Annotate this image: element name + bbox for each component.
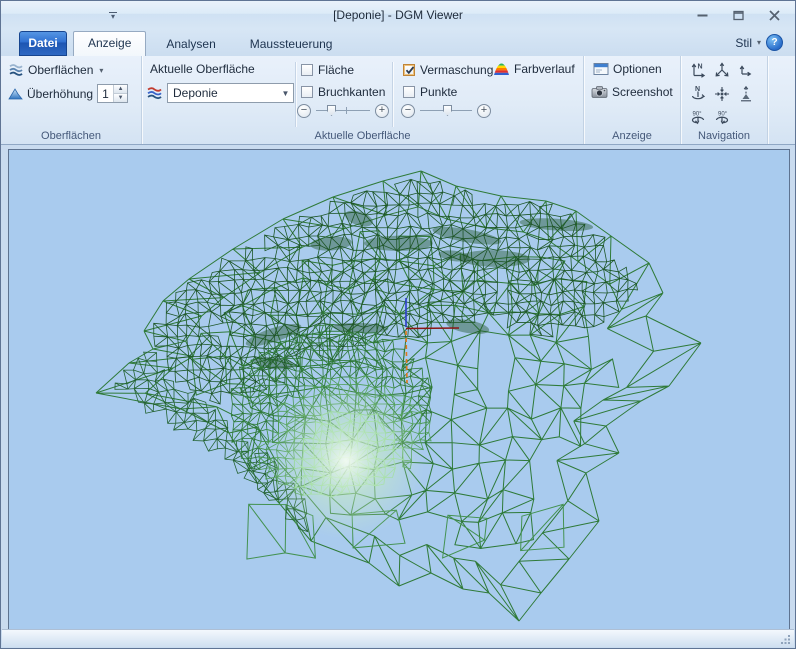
tab-anzeige[interactable]: Anzeige <box>73 31 146 56</box>
flaeche-checkbox-label[interactable]: Fläche <box>318 63 354 77</box>
options-window-icon <box>593 62 609 76</box>
farbverlauf-button[interactable]: Farbverlauf <box>493 62 575 76</box>
window-title: [Deponie] - DGM Viewer <box>1 8 795 22</box>
surfaces-layers-icon <box>8 62 24 78</box>
vermaschung-transparency-slider[interactable]: − + <box>401 103 491 118</box>
separator <box>295 62 296 127</box>
current-surface-header: Aktuelle Oberfläche <box>150 62 255 76</box>
punkte-checkbox-label[interactable]: Punkte <box>420 85 457 99</box>
flaeche-transparency-slider[interactable]: − + <box>297 103 389 118</box>
color-gradient-icon <box>493 62 510 76</box>
punkte-checkbox[interactable] <box>403 86 415 98</box>
group-oberflaechen: Oberflächen ▾ Überhöhung 1 ▲ ▼ Oberfläch… <box>1 56 142 144</box>
camera-icon <box>591 84 608 99</box>
group-label: Aktuelle Oberfläche <box>142 130 583 142</box>
surface-combobox[interactable]: Deponie ▼ <box>167 83 294 103</box>
viewport <box>8 149 790 630</box>
terrain-mesh-viewport[interactable] <box>9 150 789 629</box>
separator <box>392 62 393 127</box>
group-aktuelle-oberflaeche: Aktuelle Oberfläche Deponie ▼ Fläche <box>142 56 584 144</box>
resize-grip[interactable] <box>781 634 791 644</box>
slider-track[interactable] <box>316 110 370 111</box>
rotate-90-ccw-icon: 90° <box>689 109 707 127</box>
view-north-button[interactable]: N <box>686 58 710 82</box>
axis-x <box>406 328 459 329</box>
chevron-down-icon: ▾ <box>99 66 103 75</box>
slider-thumb[interactable] <box>327 105 336 116</box>
axes-north-icon: N <box>689 61 707 79</box>
rotate-view-corner-button[interactable] <box>734 58 758 82</box>
exaggeration-mountain-icon <box>8 86 23 101</box>
spinner-down-button[interactable]: ▼ <box>114 93 127 102</box>
chevron-down-icon[interactable]: ▾ <box>757 38 761 47</box>
close-button[interactable] <box>768 10 781 21</box>
help-button[interactable]: ? <box>766 34 783 51</box>
center-arrows-icon <box>713 85 731 103</box>
exaggeration-spinner[interactable]: 1 ▲ ▼ <box>97 84 128 103</box>
group-label: Oberflächen <box>1 130 141 142</box>
bruchkanten-checkbox[interactable] <box>301 86 313 98</box>
view-axes-button[interactable] <box>710 58 734 82</box>
svg-text:N: N <box>698 64 703 71</box>
close-icon <box>770 11 779 20</box>
rotate-to-north-button[interactable]: N <box>686 82 710 106</box>
minimize-button[interactable] <box>696 10 709 21</box>
bent-axis-icon <box>737 61 755 79</box>
vermaschung-checkbox[interactable] <box>403 64 415 76</box>
slider-plus-button[interactable]: + <box>375 104 389 118</box>
current-surface-icon <box>146 85 163 101</box>
tab-maussteuerung[interactable]: Maussteuerung <box>236 33 347 56</box>
group-navigation: N N <box>681 56 768 144</box>
rotate-90-cw-icon: 90° <box>713 109 731 127</box>
rotate-90-ccw-button[interactable]: 90° <box>686 106 710 130</box>
maximize-button[interactable] <box>732 10 745 21</box>
slider-thumb[interactable] <box>443 105 452 116</box>
slider-plus-button[interactable]: + <box>477 104 491 118</box>
surfaces-button[interactable]: Oberflächen ▾ <box>8 62 103 78</box>
rotate-90-cw-button[interactable]: 90° <box>710 106 734 130</box>
spinner-up-button[interactable]: ▲ <box>114 85 127 93</box>
slider-minus-button[interactable]: − <box>297 104 311 118</box>
tab-datei[interactable]: Datei <box>19 31 67 56</box>
svg-text:90°: 90° <box>693 112 703 118</box>
status-bar <box>2 629 794 647</box>
axes-3d-icon <box>713 61 731 79</box>
ribbon: Oberflächen ▾ Überhöhung 1 ▲ ▼ Oberfläch… <box>1 56 795 145</box>
checkmark-icon <box>404 64 416 76</box>
ribbon-tab-row: Datei Anzeige Analysen Maussteuerung <box>1 29 795 56</box>
group-label: Navigation <box>681 130 767 142</box>
flaeche-checkbox[interactable] <box>301 64 313 76</box>
titlebar: ▾ [Deponie] - DGM Viewer <box>1 1 795 29</box>
exaggeration-control: Überhöhung 1 ▲ ▼ <box>8 84 128 103</box>
center-view-button[interactable] <box>710 82 734 106</box>
group-anzeige: Optionen Screenshot Anzeige <box>584 56 681 144</box>
plumb-arrow-icon <box>737 85 755 103</box>
group-label: Anzeige <box>584 130 680 142</box>
screenshot-button[interactable]: Screenshot <box>591 84 673 99</box>
chevron-down-icon: ▼ <box>278 89 293 98</box>
slider-track[interactable] <box>420 110 472 111</box>
top-view-button[interactable] <box>734 82 758 106</box>
slider-minus-button[interactable]: − <box>401 104 415 118</box>
bruchkanten-checkbox-label[interactable]: Bruchkanten <box>318 85 385 99</box>
slider-tick <box>346 107 347 114</box>
tab-analysen[interactable]: Analysen <box>152 33 229 56</box>
options-button[interactable]: Optionen <box>593 62 662 76</box>
style-button[interactable]: Stil <box>735 36 752 50</box>
rotate-north-icon: N <box>689 85 707 103</box>
dgm-viewer-window: ▾ [Deponie] - DGM Viewer Datei Anzeige A… <box>0 0 796 649</box>
vermaschung-checkbox-label[interactable]: Vermaschung <box>420 63 493 77</box>
svg-text:90°: 90° <box>718 112 728 118</box>
